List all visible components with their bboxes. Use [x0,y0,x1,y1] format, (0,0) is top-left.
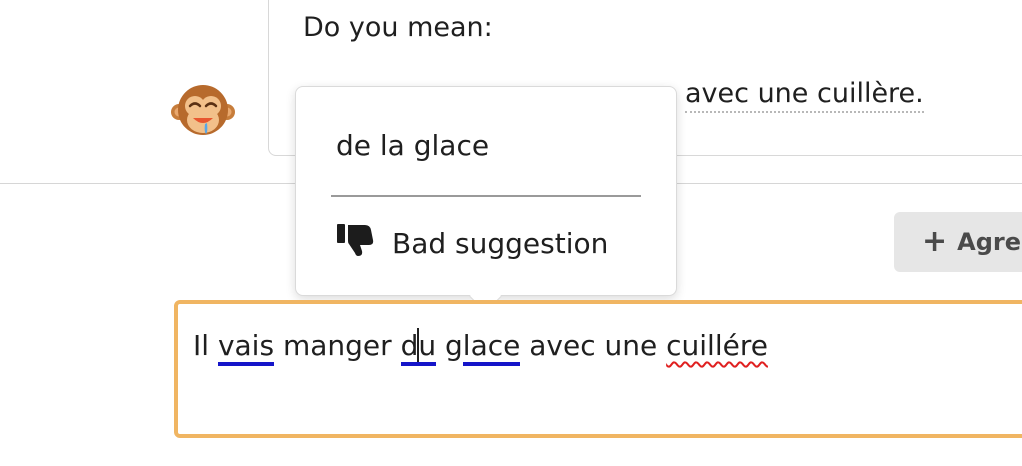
plus-icon: + [922,224,948,259]
word-du-part1: d [400,329,419,362]
bad-suggestion-button[interactable]: Bad suggestion [336,223,608,264]
answer-text[interactable]: Il vais manger du glace avec une cuillér… [193,328,768,366]
spelling-error-cuillere[interactable]: cuillére [666,329,768,362]
correction-popover: de la glace Bad suggestion [295,86,677,313]
word-glace[interactable]: glace [445,329,521,366]
grammar-error-glace[interactable]: lace [462,329,521,366]
grammar-error-du[interactable]: du [400,328,437,366]
word-glace-part1: g [445,329,463,362]
suggestion-heading: Do you mean: [303,12,493,43]
word-avec-une: avec une [529,329,658,362]
popover-divider [331,195,641,197]
grammar-error-vais[interactable]: vais [217,329,275,366]
answer-input[interactable]: Il vais manger du glace avec une cuillér… [174,300,1022,438]
monkey-avatar [171,82,243,140]
popover-suggestion[interactable]: de la glace [336,129,489,162]
agree-button[interactable]: + Agre [894,212,1022,272]
thumbs-down-icon [336,223,374,264]
word-du-part2: u [418,329,437,362]
word-il: Il [193,329,210,362]
bad-suggestion-label: Bad suggestion [392,227,609,260]
chat-screen: Do you mean: avec une cuillère. + Agre d… [0,0,1022,466]
monkey-icon [171,85,235,135]
word-manger: manger [282,329,392,362]
agree-button-label: Agre [957,228,1022,256]
suggestion-sentence-text[interactable]: avec une cuillère. [685,78,924,113]
